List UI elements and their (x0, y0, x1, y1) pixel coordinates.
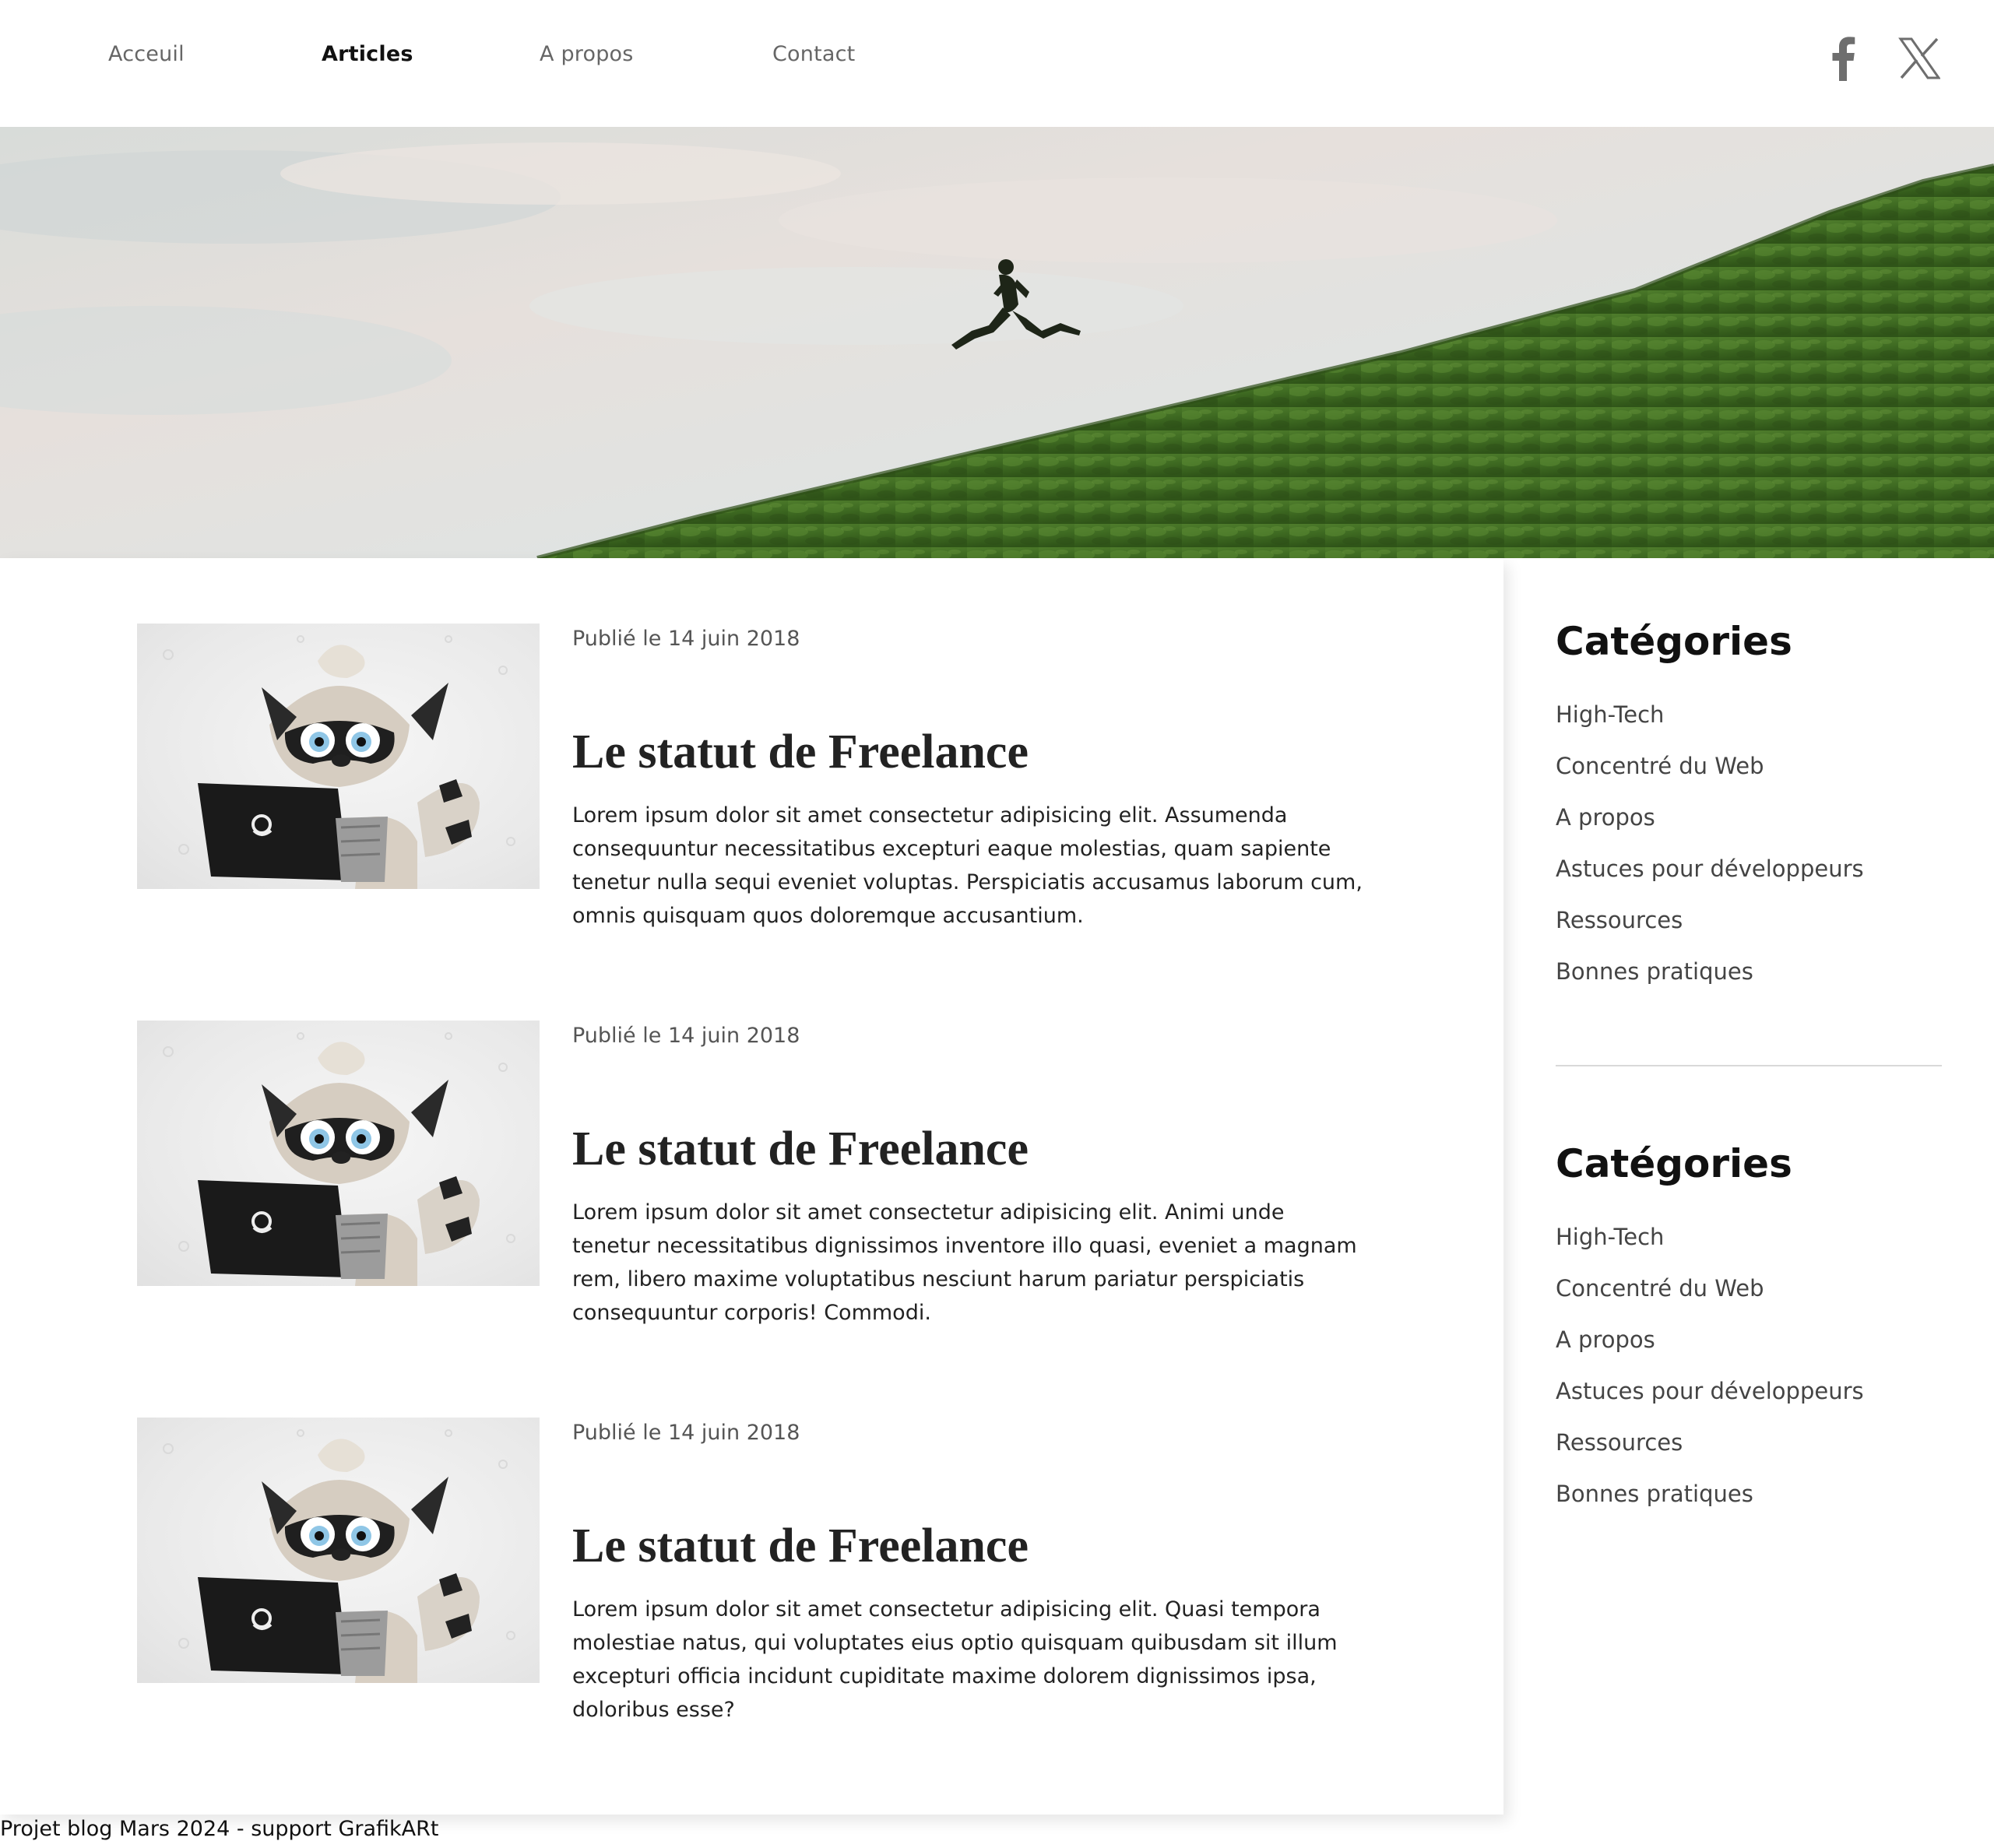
article-thumbnail[interactable] (137, 1418, 540, 1683)
nav-link-acceuil[interactable]: Acceuil (108, 42, 185, 66)
hero-banner (0, 127, 1994, 558)
categories-title: Catégories (1556, 1141, 1792, 1186)
article-excerpt: Lorem ipsum dolor sit amet consectetur a… (572, 1597, 1338, 1722)
sidebar-divider (1556, 1065, 1942, 1066)
raccoon-laptop-illustration (163, 635, 515, 889)
nav-link-a-propos[interactable]: A propos (540, 42, 634, 66)
category-link-high-tech[interactable]: High-Tech (1556, 702, 1864, 754)
categories-list: High-Tech Concentré du Web A propos Astu… (1556, 702, 1864, 1010)
article-title[interactable]: Le statut de Freelance (572, 1122, 1029, 1177)
articles-column: Publié le 14 juin 2018 Le statut de Free… (0, 558, 1503, 1815)
category-link-bonnes-pratiques[interactable]: Bonnes pratiques (1556, 1481, 1864, 1533)
raccoon-laptop-illustration (163, 1429, 515, 1683)
article-title[interactable]: Le statut de Freelance (572, 1519, 1029, 1574)
article-card[interactable]: Publié le 14 juin 2018 Le statut de Free… (137, 1418, 1359, 1760)
article-date: Publié le 14 juin 2018 (572, 627, 800, 651)
category-link-astuces[interactable]: Astuces pour développeurs (1556, 856, 1864, 908)
article-date: Publié le 14 juin 2018 (572, 1421, 800, 1445)
raccoon-laptop-illustration (163, 1032, 515, 1286)
hero-image (0, 127, 1994, 558)
categories-block: Catégories High-Tech Concentré du Web A … (1556, 619, 1942, 984)
category-link-a-propos[interactable]: A propos (1556, 1327, 1864, 1379)
nav-link-contact[interactable]: Contact (772, 42, 855, 66)
category-link-ressources[interactable]: Ressources (1556, 908, 1864, 959)
article-thumbnail[interactable] (137, 624, 540, 889)
x-twitter-icon[interactable] (1895, 34, 1943, 83)
site-footer: Projet blog Mars 2024 - support GrafikAR… (0, 1817, 439, 1841)
category-link-bonnes-pratiques[interactable]: Bonnes pratiques (1556, 959, 1864, 1010)
nav-link-articles[interactable]: Articles (322, 42, 413, 66)
site-header: Acceuil Articles A propos Contact (0, 0, 1994, 127)
category-link-astuces[interactable]: Astuces pour développeurs (1556, 1379, 1864, 1430)
article-date: Publié le 14 juin 2018 (572, 1024, 800, 1048)
categories-block: Catégories High-Tech Concentré du Web A … (1556, 1141, 1942, 1506)
article-excerpt: Lorem ipsum dolor sit amet consectetur a… (572, 803, 1363, 928)
category-link-concentre-du-web[interactable]: Concentré du Web (1556, 754, 1864, 805)
categories-list: High-Tech Concentré du Web A propos Astu… (1556, 1224, 1864, 1533)
category-link-concentre-du-web[interactable]: Concentré du Web (1556, 1276, 1864, 1327)
category-link-ressources[interactable]: Ressources (1556, 1430, 1864, 1481)
article-title[interactable]: Le statut de Freelance (572, 725, 1029, 780)
facebook-icon[interactable] (1818, 34, 1866, 83)
article-card[interactable]: Publié le 14 juin 2018 Le statut de Free… (137, 624, 1363, 966)
categories-title: Catégories (1556, 619, 1792, 664)
category-link-a-propos[interactable]: A propos (1556, 805, 1864, 856)
article-thumbnail[interactable] (137, 1021, 540, 1286)
article-excerpt: Lorem ipsum dolor sit amet consectetur a… (572, 1200, 1357, 1325)
article-card[interactable]: Publié le 14 juin 2018 Le statut de Free… (137, 1021, 1359, 1363)
category-link-high-tech[interactable]: High-Tech (1556, 1224, 1864, 1276)
